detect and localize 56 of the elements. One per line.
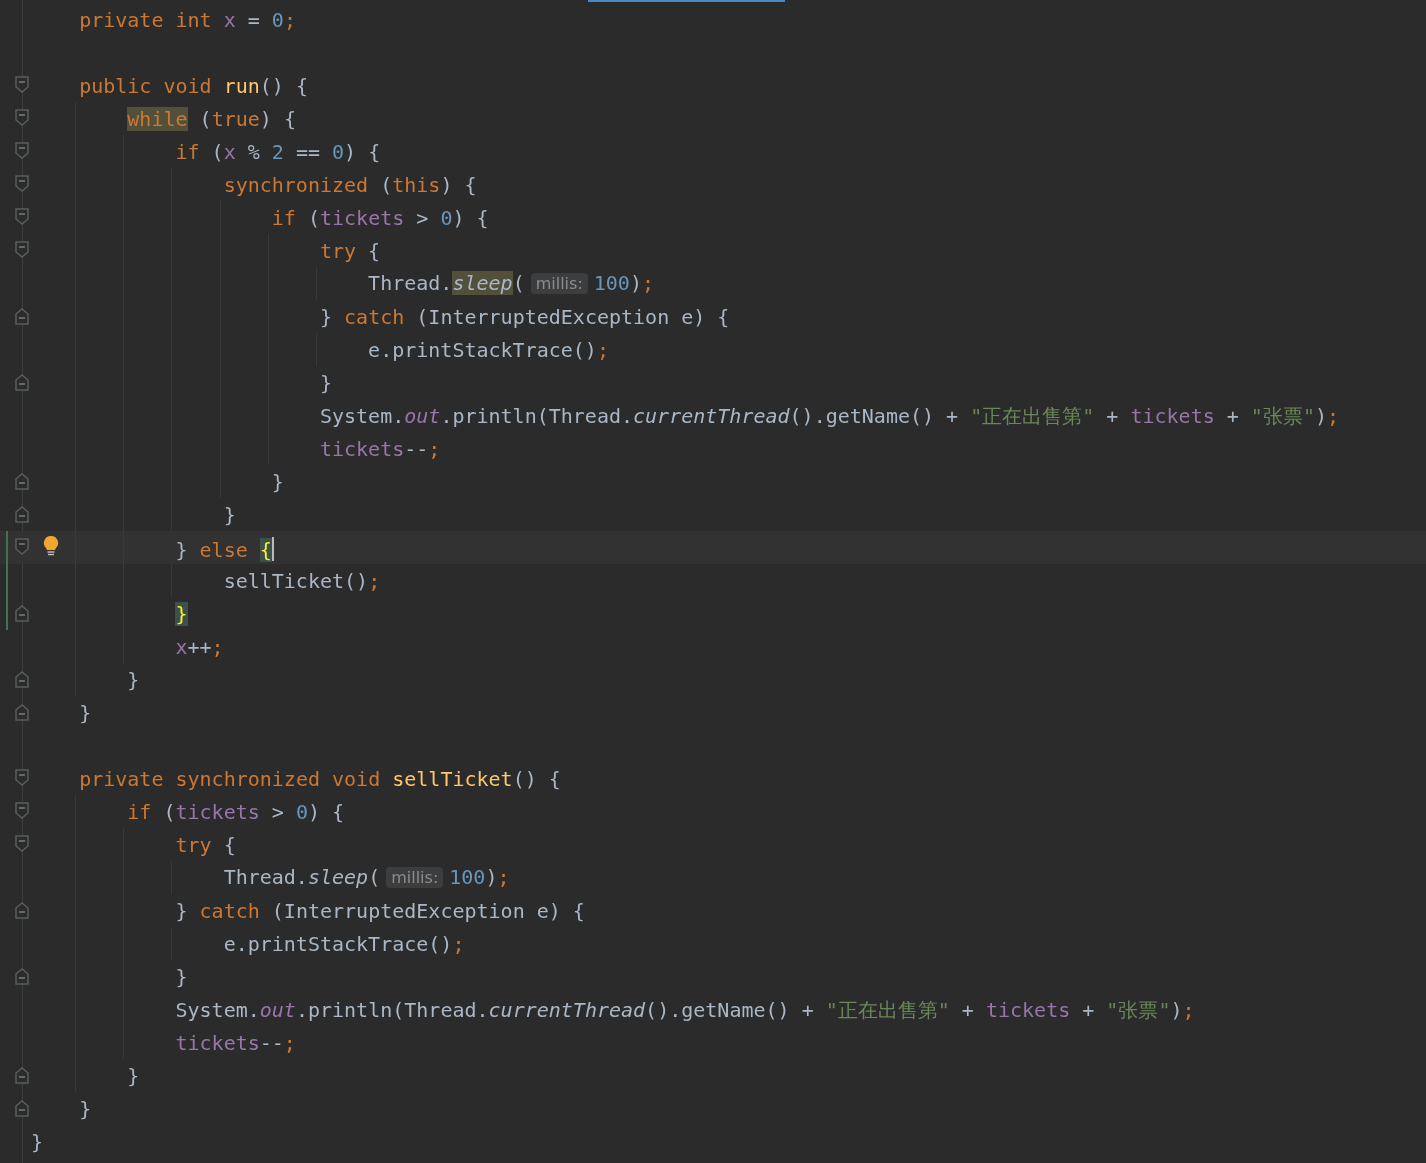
fold-icon[interactable] [15, 1100, 29, 1117]
fold-icon[interactable] [15, 109, 29, 126]
code-line: System.out.println(Thread.currentThread().getName() + "正在出售第" + tickets + "张票"); [175, 996, 1195, 1023]
code-line: public void run() { [79, 72, 308, 99]
code-line: if (tickets > 0) { [271, 204, 489, 231]
code-line: } catch (InterruptedException e) { [319, 303, 730, 330]
lightbulb-icon[interactable] [42, 535, 60, 557]
fold-icon[interactable] [15, 835, 29, 852]
code-line: tickets--; [175, 1029, 296, 1056]
fold-icon[interactable] [15, 769, 29, 786]
fold-icon[interactable] [15, 704, 29, 721]
code-line: x++; [175, 633, 224, 660]
fold-icon[interactable] [15, 374, 29, 391]
code-line: if (x % 2 == 0) { [175, 138, 381, 165]
code-line: System.out.println(Thread.currentThread().getName() + "正在出售第" + tickets + "张票"); [319, 402, 1340, 429]
code-line: private int x = 0; [79, 6, 296, 33]
parameter-hint: millis: [386, 867, 444, 888]
code-line: if (tickets > 0) { [127, 798, 345, 825]
code-line: } [127, 1062, 140, 1089]
fold-icon[interactable] [15, 241, 29, 258]
code-line: } else { [175, 535, 274, 563]
parameter-hint: millis: [530, 273, 588, 294]
code-line: } [79, 699, 92, 726]
code-line: } [175, 963, 188, 990]
code-line: e.printStackTrace(); [368, 336, 609, 363]
code-line: sellTicket(); [223, 567, 381, 594]
fold-icon[interactable] [15, 605, 29, 622]
code-line: Thread.sleep( millis: 100); [368, 270, 654, 297]
fold-icon[interactable] [15, 1067, 29, 1084]
fold-icon[interactable] [15, 538, 29, 555]
fold-icon[interactable] [15, 968, 29, 985]
fold-icon[interactable] [15, 76, 29, 93]
fold-icon[interactable] [15, 802, 29, 819]
code-line: } catch (InterruptedException e) { [175, 897, 585, 924]
code-line: synchronized (this) { [223, 171, 477, 198]
fold-icon[interactable] [15, 308, 29, 325]
code-line: tickets--; [319, 435, 441, 462]
fold-icon[interactable] [15, 175, 29, 192]
code-line: } [223, 501, 236, 528]
code-line: } [271, 468, 284, 495]
code-line: try { [319, 237, 381, 264]
fold-icon[interactable] [15, 142, 29, 159]
code-line: private synchronized void sellTicket() { [79, 765, 561, 792]
code-line: try { [175, 831, 236, 858]
fold-icon[interactable] [15, 208, 29, 225]
code-line: } [127, 666, 140, 693]
fold-icon[interactable] [15, 902, 29, 919]
code-line: } [31, 1128, 44, 1155]
fold-icon[interactable] [15, 473, 29, 490]
code-line: Thread.sleep( millis: 100); [223, 864, 510, 891]
fold-icon[interactable] [15, 506, 29, 523]
code-line: e.printStackTrace(); [223, 930, 465, 957]
code-line: } [79, 1095, 92, 1122]
code-line: while (true) { [127, 105, 296, 132]
fold-icon[interactable] [15, 671, 29, 688]
code-line: } [319, 369, 332, 396]
